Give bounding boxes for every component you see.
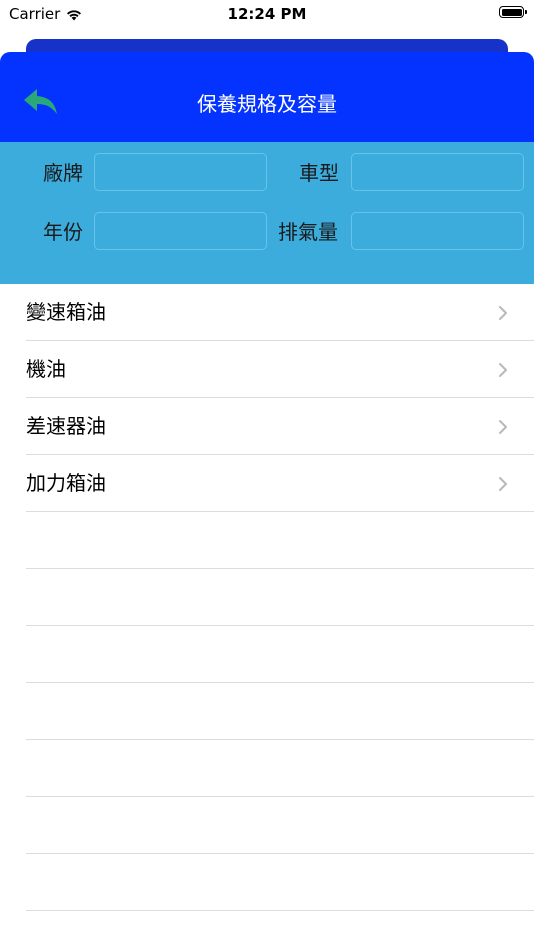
empty-row [0, 626, 534, 683]
modal-sheet: 保養規格及容量 廠牌 車型 年份 排氣量 變速箱油 機油 差速器油 加力箱油 [0, 52, 534, 950]
filter-panel: 廠牌 車型 年份 排氣量 [0, 142, 534, 284]
status-time: 12:24 PM [227, 5, 307, 23]
empty-row [0, 683, 534, 740]
list-item-transmission-oil[interactable]: 變速箱油 [0, 284, 534, 341]
empty-row [0, 797, 534, 854]
year-label: 年份 [43, 220, 83, 244]
navigation-bar: 保養規格及容量 [0, 52, 534, 142]
list-item-transfer-case-oil[interactable]: 加力箱油 [0, 455, 534, 512]
list-item-label: 加力箱油 [26, 471, 106, 495]
model-input[interactable] [351, 153, 524, 191]
chevron-right-icon [499, 306, 507, 320]
chevron-right-icon [499, 477, 507, 491]
app-screen: Carrier 12:24 PM 保養規格及容量 廠牌 車型 年份 排氣量 變速… [0, 0, 534, 950]
spec-list: 變速箱油 機油 差速器油 加力箱油 [0, 284, 534, 911]
page-title: 保養規格及容量 [197, 92, 337, 116]
empty-row [0, 854, 534, 911]
displacement-label: 排氣量 [278, 220, 338, 244]
empty-row [0, 512, 534, 569]
empty-row [0, 740, 534, 797]
list-item-label: 差速器油 [26, 414, 106, 438]
status-bar: Carrier 12:24 PM [0, 0, 534, 30]
list-item-differential-oil[interactable]: 差速器油 [0, 398, 534, 455]
list-item-label: 變速箱油 [26, 300, 106, 324]
model-label: 車型 [299, 161, 339, 185]
year-input[interactable] [94, 212, 267, 250]
list-item-label: 機油 [26, 357, 66, 381]
empty-row [0, 569, 534, 626]
battery-icon [499, 6, 527, 18]
displacement-input[interactable] [351, 212, 524, 250]
chevron-right-icon [499, 420, 507, 434]
brand-input[interactable] [94, 153, 267, 191]
row-divider [26, 910, 534, 911]
list-item-engine-oil[interactable]: 機油 [0, 341, 534, 398]
chevron-right-icon [499, 363, 507, 377]
brand-label: 廠牌 [43, 161, 83, 185]
